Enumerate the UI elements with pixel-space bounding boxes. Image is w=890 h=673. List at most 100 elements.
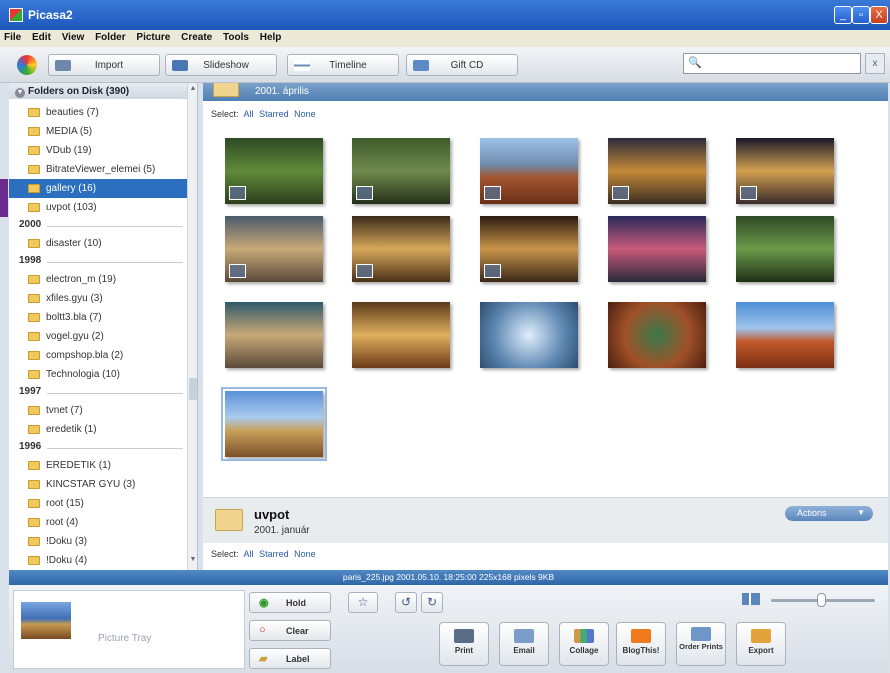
photo-thumbnail[interactable] [225, 216, 323, 282]
folder-item[interactable]: root (15) [9, 494, 187, 513]
select-none-link[interactable]: None [294, 549, 316, 559]
picasa-logo-icon [17, 55, 37, 75]
folder-item[interactable]: eredetik (1) [9, 420, 187, 439]
menu-tools[interactable]: Tools [219, 30, 253, 45]
scroll-thumb[interactable] [189, 378, 197, 400]
select-bar-2: Select: All Starred None [211, 549, 316, 559]
slider-knob[interactable] [817, 593, 826, 607]
photo-thumbnail[interactable] [352, 138, 450, 204]
title-bar: Picasa2 _ ▫ X [0, 0, 890, 30]
gift-cd-button[interactable]: Gift CD [406, 54, 518, 76]
folder-icon [28, 332, 40, 341]
menu-edit[interactable]: Edit [28, 30, 55, 45]
folder-icon [28, 370, 40, 379]
folder-item[interactable]: VDub (19) [9, 141, 187, 160]
photo-thumbnail[interactable] [736, 302, 834, 368]
movie-icon [356, 264, 373, 278]
folder-label: MEDIA (5) [46, 126, 93, 137]
folder-item[interactable]: xfiles.gyu (3) [9, 289, 187, 308]
import-button[interactable]: Import [48, 54, 160, 76]
export-button[interactable]: Export [736, 622, 786, 666]
actions-dropdown[interactable]: Actions ▼ [785, 506, 873, 521]
folder-icon [28, 518, 40, 527]
order-prints-button[interactable]: Order Prints [676, 622, 726, 666]
select-all-link[interactable]: All [244, 109, 254, 119]
photo-thumbnail[interactable] [736, 138, 834, 204]
photo-thumbnail[interactable] [480, 138, 578, 204]
folder-item[interactable]: tvnet (7) [9, 401, 187, 420]
menu-folder[interactable]: Folder [91, 30, 130, 45]
star-button[interactable]: ☆ [348, 592, 378, 613]
photo-thumbnail[interactable] [352, 302, 450, 368]
select-none-link[interactable]: None [294, 109, 316, 119]
folder-item[interactable]: boltt3.bla (7) [9, 308, 187, 327]
folder-item[interactable]: electron_m (19) [9, 270, 187, 289]
photo-thumbnail[interactable] [225, 302, 323, 368]
rotate-right-icon: ↻ [426, 595, 438, 609]
select-starred-link[interactable]: Starred [259, 109, 289, 119]
rotate-left-icon: ↺ [400, 595, 412, 609]
folder-item[interactable]: root (4) [9, 513, 187, 532]
search-input[interactable]: 🔍 [683, 53, 861, 74]
folder-item[interactable]: Technologia (10) [9, 365, 187, 384]
timeline-button[interactable]: Timeline [287, 54, 399, 76]
album-date: 2001. április [255, 86, 309, 97]
tray-thumbnail[interactable] [21, 602, 71, 639]
photo-thumbnail[interactable] [480, 216, 578, 282]
photo-thumbnail[interactable] [352, 216, 450, 282]
clear-button[interactable]: ○ Clear [249, 620, 331, 641]
folder-item[interactable]: !Doku (4) [9, 551, 187, 570]
folder-item[interactable]: BitrateViewer_elemei (5) [9, 160, 187, 179]
photo-thumbnail[interactable] [608, 302, 706, 368]
folders-header[interactable]: ▼ Folders on Disk (390) [9, 83, 187, 99]
photo-thumbnail[interactable] [480, 302, 578, 368]
folder-icon [28, 108, 40, 117]
menu-view[interactable]: View [58, 30, 89, 45]
folder-item[interactable]: gallery (16) [9, 179, 187, 198]
photo-thumbnail[interactable] [736, 216, 834, 282]
menu-help[interactable]: Help [256, 30, 286, 45]
maximize-button[interactable]: ▫ [852, 6, 870, 24]
folder-scrollbar[interactable]: ▲ ▼ [187, 83, 197, 570]
hold-button[interactable]: ◉ Hold [249, 592, 331, 613]
folder-icon [28, 184, 40, 193]
folder-item[interactable]: KINCSTAR GYU (3) [9, 475, 187, 494]
menu-picture[interactable]: Picture [132, 30, 174, 45]
folder-item[interactable]: EREDETIK (1) [9, 456, 187, 475]
album-header: 2001. április [203, 83, 888, 101]
close-button[interactable]: X [870, 6, 888, 24]
rotate-left-button[interactable]: ↺ [395, 592, 417, 613]
email-icon [514, 629, 534, 643]
folder-item[interactable]: vogel.gyu (2) [9, 327, 187, 346]
menu-file[interactable]: File [0, 30, 25, 45]
photo-thumbnail[interactable] [225, 138, 323, 204]
slideshow-button[interactable]: Slideshow [165, 54, 277, 76]
folder-item[interactable]: beauties (7) [9, 103, 187, 122]
email-button[interactable]: Email [499, 622, 549, 666]
folder-label: VDub (19) [46, 145, 92, 156]
select-starred-link[interactable]: Starred [259, 549, 289, 559]
label-button[interactable]: ▰ Label [249, 648, 331, 669]
collage-button[interactable]: Collage [559, 622, 609, 666]
folder-item[interactable]: !Doku (3) [9, 532, 187, 551]
photo-thumbnail[interactable] [608, 216, 706, 282]
scroll-up-icon[interactable]: ▲ [188, 85, 197, 97]
select-all-link[interactable]: All [244, 549, 254, 559]
blogthis-button[interactable]: BlogThis! [616, 622, 666, 666]
folder-item[interactable]: MEDIA (5) [9, 122, 187, 141]
folder-item[interactable]: disaster (10) [9, 234, 187, 253]
search-clear-button[interactable]: x [865, 53, 885, 74]
rotate-right-button[interactable]: ↻ [421, 592, 443, 613]
minimize-button[interactable]: _ [834, 6, 852, 24]
folder-item[interactable]: uvpot (103) [9, 198, 187, 217]
print-button[interactable]: Print [439, 622, 489, 666]
thumbnail-size-slider[interactable] [771, 593, 875, 607]
photo-thumbnail[interactable] [221, 387, 327, 461]
menu-create[interactable]: Create [177, 30, 216, 45]
folder-item[interactable]: compshop.bla (2) [9, 346, 187, 365]
thumbnail-size-icon [742, 593, 760, 605]
movie-icon [356, 186, 373, 200]
picture-tray[interactable]: Picture Tray [13, 590, 245, 669]
photo-thumbnail[interactable] [608, 138, 706, 204]
scroll-down-icon[interactable]: ▼ [188, 556, 197, 568]
